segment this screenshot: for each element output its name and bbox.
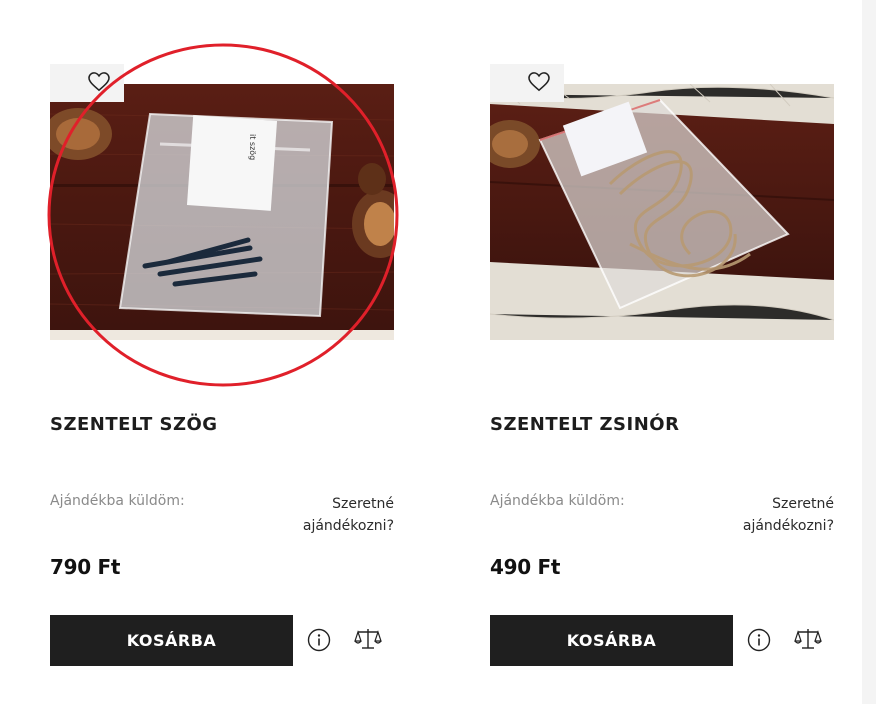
gift-label: Ajándékba küldöm: xyxy=(50,493,185,509)
bag-label-text: it szög xyxy=(248,134,257,160)
add-to-cart-button[interactable]: KOSÁRBA xyxy=(490,615,733,666)
info-icon[interactable] xyxy=(747,628,771,652)
product-title[interactable]: SZENTELT SZÖG xyxy=(50,414,218,435)
product-image[interactable] xyxy=(490,84,834,340)
product-price: 790 Ft xyxy=(50,555,121,579)
gift-question-link[interactable]: Szeretné ajándékozni? xyxy=(714,493,834,537)
page-scroll-edge xyxy=(862,0,876,704)
scale-icon[interactable] xyxy=(354,627,382,651)
info-icon[interactable] xyxy=(307,628,331,652)
product-title[interactable]: SZENTELT ZSINÓR xyxy=(490,414,679,435)
add-to-cart-button[interactable]: KOSÁRBA xyxy=(50,615,293,666)
product-image[interactable]: it szög xyxy=(50,84,394,340)
product-card: it szög SZENTELT SZÖG Ajándékba küldöm: … xyxy=(50,0,394,704)
favorite-button[interactable] xyxy=(490,64,564,102)
product-photo: it szög xyxy=(50,84,394,340)
heart-icon xyxy=(88,72,110,92)
gift-label: Ajándékba küldöm: xyxy=(490,493,625,509)
product-card: SZENTELT ZSINÓR Ajándékba küldöm: Szeret… xyxy=(490,0,834,704)
product-photo xyxy=(490,84,834,340)
scale-icon[interactable] xyxy=(794,627,822,651)
gift-question-link[interactable]: Szeretné ajándékozni? xyxy=(274,493,394,537)
favorite-button[interactable] xyxy=(50,64,124,102)
product-price: 490 Ft xyxy=(490,555,561,579)
heart-icon xyxy=(528,72,550,92)
